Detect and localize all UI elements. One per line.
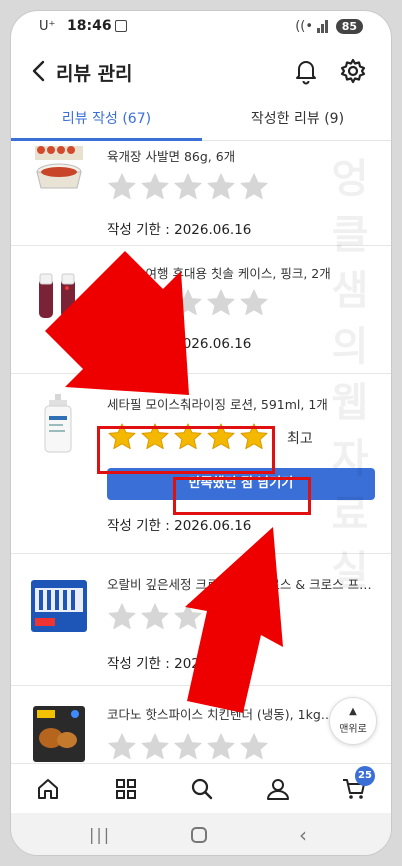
bottom-navigation: 25 bbox=[11, 763, 391, 813]
review-deadline: 작성 기한 : 2026.06.16 bbox=[107, 336, 252, 352]
review-deadline: 작성 기한 : 2026.06.19 bbox=[107, 656, 252, 672]
categories-icon[interactable] bbox=[113, 776, 139, 802]
review-deadline: 작성 기한 : 2026.06.16 bbox=[107, 222, 252, 238]
cart-count-badge: 25 bbox=[355, 766, 375, 786]
star-icon[interactable] bbox=[107, 172, 137, 202]
star-rating[interactable] bbox=[107, 732, 269, 762]
watermark: 엉 클 샘 의 웹 자 료 실 bbox=[331, 156, 369, 594]
screenshot-icon bbox=[115, 20, 127, 32]
phone-screen: U⁺ 18:46 ((• 85 리뷰 관리 리뷰 작성 (67) 작성한 리뷰 … bbox=[10, 10, 392, 856]
product-thumbnail[interactable] bbox=[27, 142, 91, 202]
battery-indicator: 85 bbox=[335, 19, 363, 34]
star-icon[interactable] bbox=[107, 732, 137, 762]
star-icon[interactable] bbox=[206, 288, 236, 318]
star-icon[interactable] bbox=[173, 288, 203, 318]
bell-icon[interactable] bbox=[293, 57, 319, 85]
product-thumbnail[interactable] bbox=[27, 702, 91, 763]
system-home-icon[interactable] bbox=[191, 827, 207, 843]
back-arrow-icon[interactable] bbox=[27, 57, 51, 85]
wifi-icon: ((• bbox=[295, 19, 313, 34]
tab-written-reviews[interactable]: 작성한 리뷰 (9) bbox=[202, 99, 391, 141]
star-icon[interactable] bbox=[239, 732, 269, 762]
star-icon[interactable] bbox=[239, 602, 269, 632]
star-icon[interactable] bbox=[140, 602, 170, 632]
star-icon[interactable] bbox=[173, 602, 203, 632]
star-icon[interactable] bbox=[206, 732, 236, 762]
highlight-rating-box bbox=[97, 426, 275, 474]
star-icon[interactable] bbox=[107, 602, 137, 632]
star-icon[interactable] bbox=[239, 288, 269, 318]
star-icon[interactable] bbox=[107, 288, 137, 318]
status-bar: U⁺ 18:46 ((• 85 bbox=[11, 11, 391, 43]
recent-apps-icon[interactable]: ||| bbox=[89, 825, 111, 844]
review-tabs: 리뷰 작성 (67) 작성한 리뷰 (9) bbox=[11, 99, 391, 141]
product-name: 코다노 핫스파이스 치킨텐더 (냉동), 1kg, 1개 bbox=[107, 707, 337, 722]
caret-up-icon: ▲ bbox=[349, 706, 357, 717]
gear-icon[interactable] bbox=[339, 57, 367, 85]
star-icon[interactable] bbox=[140, 732, 170, 762]
carrier-label: U⁺ bbox=[39, 19, 56, 34]
star-rating[interactable] bbox=[107, 172, 269, 202]
clock: 18:46 bbox=[67, 18, 112, 34]
star-rating[interactable] bbox=[107, 602, 269, 632]
tab-write-review[interactable]: 리뷰 작성 (67) bbox=[11, 99, 202, 141]
star-rating[interactable] bbox=[107, 288, 269, 318]
star-icon[interactable] bbox=[206, 602, 236, 632]
page-title: 리뷰 관리 bbox=[56, 63, 133, 85]
star-icon[interactable] bbox=[140, 288, 170, 318]
profile-icon[interactable] bbox=[265, 776, 291, 802]
scroll-to-top-button[interactable]: ▲ 맨위로 bbox=[329, 697, 377, 745]
product-thumbnail[interactable] bbox=[27, 574, 91, 638]
signal-icon bbox=[317, 17, 331, 33]
scroll-to-top-label: 맨위로 bbox=[339, 724, 367, 735]
review-deadline: 작성 기한 : 2026.06.16 bbox=[107, 518, 252, 534]
search-icon[interactable] bbox=[189, 776, 215, 802]
star-icon[interactable] bbox=[206, 172, 236, 202]
system-back-icon[interactable]: ‹ bbox=[299, 823, 307, 847]
app-header: 리뷰 관리 bbox=[11, 43, 391, 99]
home-icon[interactable] bbox=[35, 776, 61, 802]
rating-label: 최고 bbox=[287, 431, 313, 447]
product-thumbnail[interactable] bbox=[27, 268, 91, 332]
system-navigation-bar: ||| ‹ bbox=[11, 813, 391, 855]
product-thumbnail[interactable] bbox=[27, 392, 91, 456]
star-icon[interactable] bbox=[173, 732, 203, 762]
star-icon[interactable] bbox=[140, 172, 170, 202]
star-icon[interactable] bbox=[173, 172, 203, 202]
star-icon[interactable] bbox=[239, 172, 269, 202]
highlight-button-box bbox=[173, 477, 311, 515]
